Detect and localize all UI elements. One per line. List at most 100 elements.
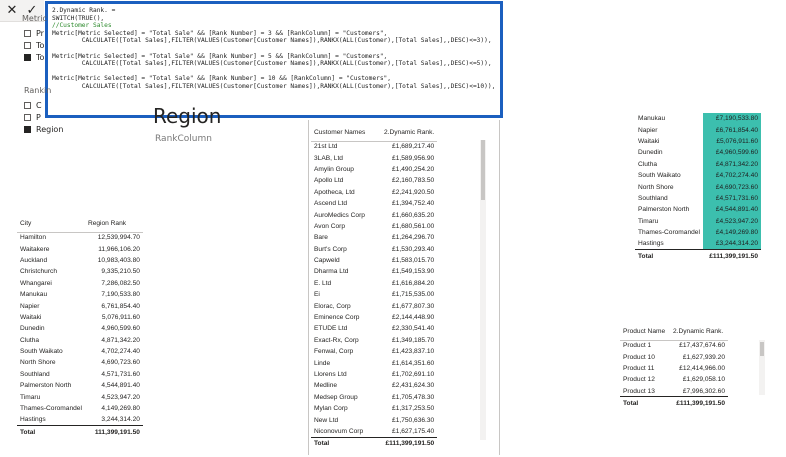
table-row[interactable]: North Shore £4,690,723.60 <box>635 181 761 193</box>
table-row[interactable]: Niconovum Corp £1,627,175.40 <box>311 426 437 437</box>
formula-editor[interactable]: 2.Dynamic Rank. = SWITCH(TRUE(),//Custome… <box>45 1 503 118</box>
table-row[interactable]: Exact-Rx, Corp £1,349,185.70 <box>311 335 437 346</box>
table-row[interactable]: Waitaki 5,076,911.60 <box>17 312 143 323</box>
table-row[interactable]: Whangarei 7,286,082.50 <box>17 278 143 289</box>
table-row[interactable]: Product 11 £12,414,966.00 <box>620 363 728 374</box>
table-row[interactable]: Product 13 £7,996,302.60 <box>620 386 728 397</box>
table-cell-name: Whangarei <box>20 279 52 287</box>
formula-line: SWITCH(TRUE(), <box>52 14 105 22</box>
table-row[interactable]: Waitakere 11,966,106.20 <box>17 243 143 254</box>
table-cell-name: Capweld <box>314 257 340 265</box>
col-header-product-dynamic-rank[interactable]: 2.Dynamic Rank. <box>670 324 728 341</box>
table-row[interactable]: Dharma Ltd £1,549,153.90 <box>311 266 437 277</box>
checkbox-icon[interactable] <box>24 125 31 133</box>
table-row[interactable]: Palmerston North £4,544,891.40 <box>635 204 761 216</box>
col-header-product-name[interactable]: Product Name <box>620 324 670 341</box>
col-header-region-rank[interactable]: Region Rank <box>84 216 143 233</box>
table-row[interactable]: Auckland 10,983,403.80 <box>17 255 143 266</box>
table-row[interactable]: Medsep Group £1,705,478.30 <box>311 392 437 403</box>
slicer-item[interactable]: To <box>24 51 44 63</box>
table-row[interactable]: Product 10 £1,627,939.20 <box>620 351 728 362</box>
table-cell-value: 4,571,731.60 <box>101 370 140 378</box>
slicer-item[interactable]: Region <box>24 123 63 135</box>
table-row[interactable]: 21st Ltd £1,689,217.40 <box>311 141 437 152</box>
table-cell-value: £4,571,731.60 <box>703 192 761 205</box>
table-row[interactable]: Palmerston North 4,544,891.40 <box>17 380 143 391</box>
table-row[interactable]: Hamilton 12,539,994.70 <box>17 232 143 243</box>
scroll-thumb[interactable] <box>760 342 764 356</box>
checkbox-icon[interactable] <box>24 113 31 121</box>
formula-line: //Customer Sales <box>52 22 112 30</box>
table-cell-value: £2,431,624.30 <box>392 382 435 390</box>
table-row[interactable]: E. Ltd £1,616,884.20 <box>311 278 437 289</box>
table-row[interactable]: South Waikato £4,702,274.40 <box>635 169 761 182</box>
table-row[interactable]: AuroMedics Corp £1,660,635.20 <box>311 209 437 220</box>
table-cell-value: 4,702,274.40 <box>101 348 140 356</box>
product-table-scrollbar[interactable] <box>759 340 765 395</box>
table-row[interactable]: Amylin Group £1,490,254.20 <box>311 164 437 175</box>
table-row[interactable]: Thames-Coromandel 4,149,269.80 <box>17 403 143 414</box>
col-header-city[interactable]: City <box>17 216 85 233</box>
table-row[interactable]: North Shore 4,690,723.60 <box>17 357 143 368</box>
table-row[interactable]: Clutha 4,871,342.20 <box>17 335 143 346</box>
total-row: Total £111,399,191.50 <box>311 436 438 451</box>
table-row[interactable]: Ei £1,715,535.00 <box>311 289 437 300</box>
slicer-item[interactable]: C <box>24 99 63 111</box>
table-row[interactable]: Fenwal, Corp £1,423,837.10 <box>311 346 437 357</box>
table-row[interactable]: Waitaki £5,076,911.60 <box>635 135 761 148</box>
cancel-icon[interactable]: ✕ <box>3 2 21 20</box>
table-row[interactable]: Bare £1,264,296.70 <box>311 232 437 243</box>
col-header-dynamic-rank[interactable]: 2.Dynamic Rank. <box>381 125 438 142</box>
checkbox-icon[interactable] <box>24 41 31 49</box>
table-row[interactable]: Product 12 £1,629,058.10 <box>620 374 728 385</box>
table-row[interactable]: Llorens Ltd £1,702,691.10 <box>311 369 437 380</box>
table-row[interactable]: Linde £1,614,351.60 <box>311 357 437 368</box>
table-cell-value: £1,750,636.30 <box>392 416 435 424</box>
table-row[interactable]: Napier 6,761,854.40 <box>17 300 143 311</box>
table-row[interactable]: Mylan Corp £1,317,253.50 <box>311 403 437 414</box>
table-row[interactable]: Hastings 3,244,314.20 <box>17 414 143 425</box>
slicer-item[interactable]: To <box>24 39 44 51</box>
table-row[interactable]: Apotheca, Ltd £2,241,920.50 <box>311 187 437 198</box>
table-row[interactable]: Manukau £7,190,533.80 <box>635 113 761 125</box>
checkbox-icon[interactable] <box>24 53 31 61</box>
table-row[interactable]: Timaru 4,523,947.20 <box>17 391 143 402</box>
table-row[interactable]: Product 1 £17,437,674.60 <box>620 340 728 351</box>
table-row[interactable]: Manukau 7,190,533.80 <box>17 289 143 300</box>
table-row[interactable]: Apollo Ltd £2,160,783.50 <box>311 175 437 186</box>
table-row[interactable]: Capweld £1,583,015.70 <box>311 255 437 266</box>
table-row[interactable]: Napier £6,761,854.40 <box>635 124 761 136</box>
table-row[interactable]: Ascend Ltd £1,394,752.40 <box>311 198 437 209</box>
customer-table-scrollbar[interactable] <box>480 140 486 440</box>
total-label: Total <box>620 396 670 410</box>
col-header-customer-names[interactable]: Customer Names <box>311 125 381 142</box>
table-row[interactable]: Hastings £3,244,314.20 <box>635 238 761 250</box>
table-row[interactable]: 3LAB, Ltd £1,589,956.90 <box>311 152 437 163</box>
table-row[interactable]: Medline £2,431,624.30 <box>311 380 437 391</box>
table-row[interactable]: Eminence Corp £2,144,448.90 <box>311 312 437 323</box>
table-row[interactable]: Burt's Corp £1,530,293.40 <box>311 244 437 255</box>
slicer-item[interactable]: Pr <box>24 27 44 39</box>
table-cell-value: £2,330,541.40 <box>392 325 435 333</box>
table-row[interactable]: Southland £4,571,731.60 <box>635 192 761 205</box>
table-cell-name: E. Ltd <box>314 279 332 287</box>
table-row[interactable]: Dunedin £4,960,599.60 <box>635 147 761 159</box>
checkbox-icon[interactable] <box>24 29 31 37</box>
table-cell-value: 9,335,210.50 <box>101 268 140 276</box>
table-row[interactable]: ETUDE Ltd £2,330,541.40 <box>311 323 437 334</box>
table-row[interactable]: Dunedin 4,960,599.60 <box>17 323 143 334</box>
table-row[interactable]: Clutha £4,871,342.20 <box>635 158 761 170</box>
table-row[interactable]: Timaru £4,523,947.20 <box>635 215 761 227</box>
table-row[interactable]: New Ltd £1,750,636.30 <box>311 414 437 425</box>
table-row[interactable]: Elorac, Corp £1,677,807.30 <box>311 300 437 311</box>
slicer-item[interactable]: P <box>24 111 63 123</box>
table-row[interactable]: Thames-Coromandel £4,149,269.80 <box>635 226 761 239</box>
table-row[interactable]: South Waikato 4,702,274.40 <box>17 346 143 357</box>
table-row[interactable]: Southland 4,571,731.60 <box>17 369 143 380</box>
table-row[interactable]: Avon Corp £1,680,561.00 <box>311 221 437 232</box>
scroll-thumb[interactable] <box>481 140 485 200</box>
table-cell-value: £4,960,599.60 <box>703 147 761 159</box>
table-row[interactable]: Christchurch 9,335,210.50 <box>17 266 143 277</box>
total-row: Total £111,399,191.50 <box>620 396 728 410</box>
checkbox-icon[interactable] <box>24 101 31 109</box>
